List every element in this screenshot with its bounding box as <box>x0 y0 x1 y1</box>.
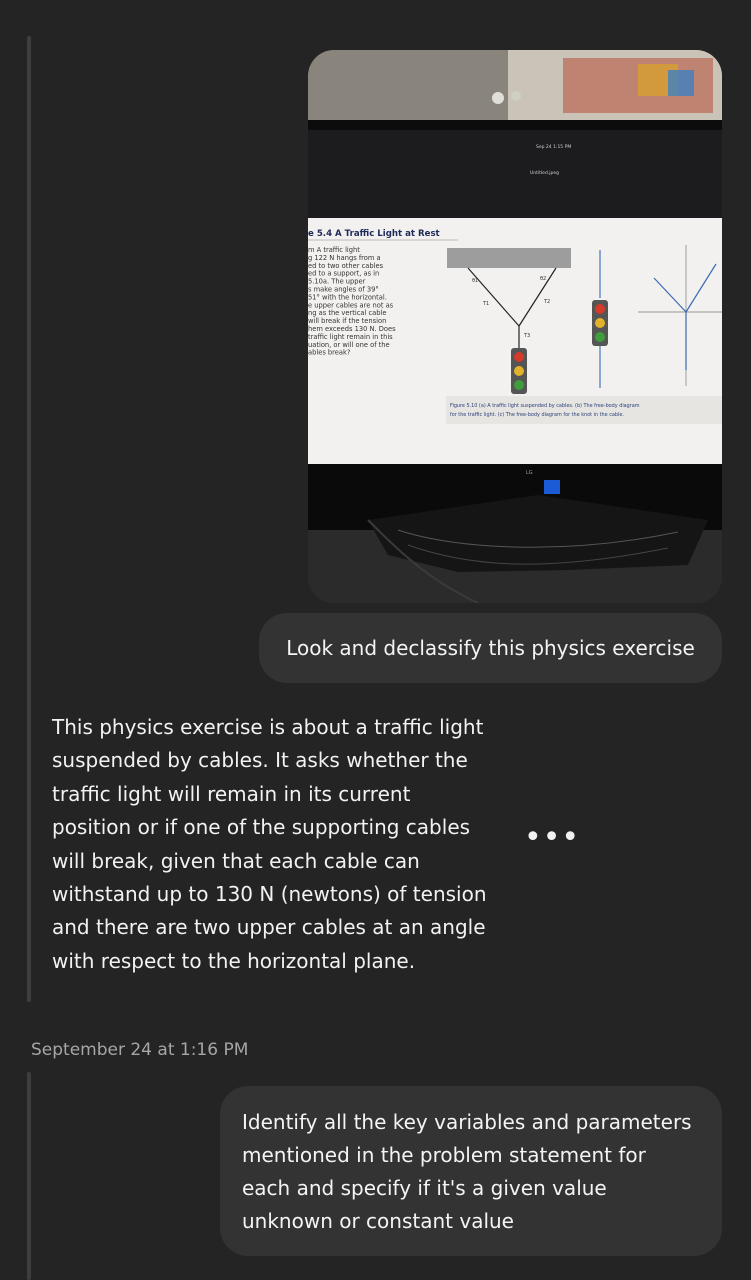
user-message-bubble: Look and declassify this physics exercis… <box>259 613 722 683</box>
figure-caption-2: for the traffic light. (c) The free-body… <box>450 412 624 418</box>
problem-line: ed to two other cables <box>308 262 384 270</box>
problem-line: 51° with the horizontal. <box>308 293 387 301</box>
screen-filename: Untitled.jpeg <box>530 170 559 176</box>
example-title: e 5.4 A Traffic Light at Rest <box>308 229 440 239</box>
monitor-brand: LG <box>526 470 533 476</box>
screen-header: Sep 24 1:15 PM <box>536 144 571 150</box>
assistant-message-text: This physics exercise is about a traffic… <box>52 715 487 973</box>
problem-line: m A traffic light <box>308 246 360 254</box>
problem-line: traffic light remain in this <box>308 333 393 341</box>
figure-caption-1: Figure 5.10 (a) A traffic light suspende… <box>450 403 640 409</box>
problem-line: ed to a support, as in <box>308 270 379 278</box>
problem-line: hem exceeds 130 N. Does <box>308 325 396 333</box>
message-timestamp: September 24 at 1:16 PM <box>31 1040 249 1060</box>
user-message-text: Identify all the key variables and param… <box>242 1110 692 1233</box>
label-theta1: θ1 <box>472 278 478 284</box>
label-t1: T1 <box>482 301 489 307</box>
problem-line: 5.10a. The upper <box>308 278 366 286</box>
user-message-bubble: Identify all the key variables and param… <box>220 1086 722 1256</box>
problem-line: s make angles of 39° <box>308 286 379 294</box>
thread-line <box>27 36 31 1002</box>
user-message-text: Look and declassify this physics exercis… <box>286 635 695 660</box>
problem-line: uation, or will one of the <box>308 341 390 349</box>
label-t3: T3 <box>523 333 530 339</box>
chat-screen: Sep 24 1:15 PM Untitled.jpeg e 5.4 A Tra… <box>0 0 751 1280</box>
thread-line <box>27 1072 31 1280</box>
problem-line: ng as the vertical cable <box>308 309 386 317</box>
label-t2: T2 <box>543 299 550 305</box>
more-options-button[interactable]: ••• <box>524 823 579 856</box>
problem-text: m A traffic lightg 122 N hangs from aed … <box>308 246 396 357</box>
label-theta2: θ2 <box>540 276 546 282</box>
problem-line: e upper cables are not as <box>308 301 394 309</box>
problem-line: ables break? <box>308 349 351 357</box>
problem-line: g 122 N hangs from a <box>308 254 381 262</box>
attached-photo[interactable]: Sep 24 1:15 PM Untitled.jpeg e 5.4 A Tra… <box>308 50 722 603</box>
problem-line: will break if the tension <box>308 317 386 325</box>
